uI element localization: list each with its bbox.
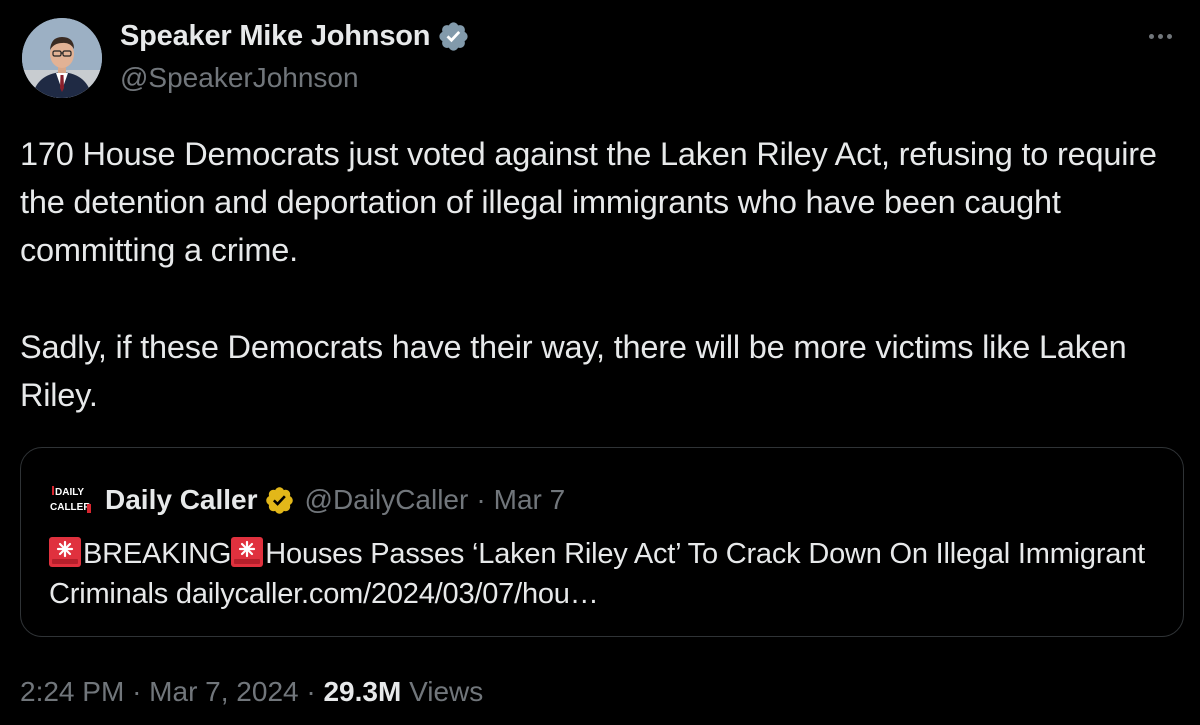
tweet-paragraph: Sadly, if these Democrats have their way… bbox=[20, 329, 1127, 413]
tweet-time[interactable]: 2:24 PM bbox=[20, 676, 124, 707]
avatar-image bbox=[22, 18, 102, 98]
quoted-tweet-card[interactable]: DAILY CALLER Daily Caller @DailyCaller ·… bbox=[20, 447, 1184, 637]
tweet-paragraph: 170 House Democrats just voted against t… bbox=[20, 136, 1157, 268]
breaking-label: BREAKING bbox=[83, 538, 232, 570]
more-dot-icon bbox=[1148, 33, 1154, 39]
daily-caller-logo: DAILY CALLER bbox=[49, 480, 93, 520]
verified-badge-icon[interactable] bbox=[437, 20, 470, 53]
quoted-tweet-text: BREAKING Houses Passes ‘Laken Riley Act’… bbox=[49, 534, 1159, 614]
svg-text:CALLER: CALLER bbox=[50, 502, 91, 513]
quoted-tweet-header: DAILY CALLER Daily Caller @DailyCaller ·… bbox=[49, 480, 565, 520]
author-name-row: Speaker Mike Johnson bbox=[120, 20, 470, 53]
author-handle[interactable]: @SpeakerJohnson bbox=[120, 62, 359, 94]
views-label: Views bbox=[409, 676, 484, 707]
more-options-button[interactable] bbox=[1140, 18, 1180, 54]
quoted-date[interactable]: Mar 7 bbox=[494, 484, 566, 516]
quoted-handle[interactable]: @DailyCaller bbox=[305, 484, 469, 516]
verified-badge-gold-icon[interactable] bbox=[264, 485, 295, 516]
author-display-name[interactable]: Speaker Mike Johnson bbox=[120, 20, 430, 53]
separator-dot: · bbox=[132, 676, 142, 707]
views-count: 29.3M bbox=[323, 676, 402, 707]
svg-text:DAILY: DAILY bbox=[55, 487, 84, 498]
police-siren-icon bbox=[49, 537, 81, 567]
more-dot-icon bbox=[1157, 33, 1163, 39]
tweet-text: 170 House Democrats just voted against t… bbox=[20, 130, 1180, 419]
tweet-date[interactable]: Mar 7, 2024 bbox=[149, 676, 298, 707]
quoted-display-name[interactable]: Daily Caller bbox=[105, 484, 258, 516]
tweet-meta: 2:24 PM · Mar 7, 2024 · 29.3M Views bbox=[20, 676, 483, 708]
separator-dot: · bbox=[306, 676, 316, 707]
separator-dot: · bbox=[476, 484, 486, 515]
author-avatar[interactable] bbox=[22, 18, 102, 98]
police-siren-icon bbox=[231, 537, 264, 567]
more-dot-icon bbox=[1166, 33, 1172, 39]
